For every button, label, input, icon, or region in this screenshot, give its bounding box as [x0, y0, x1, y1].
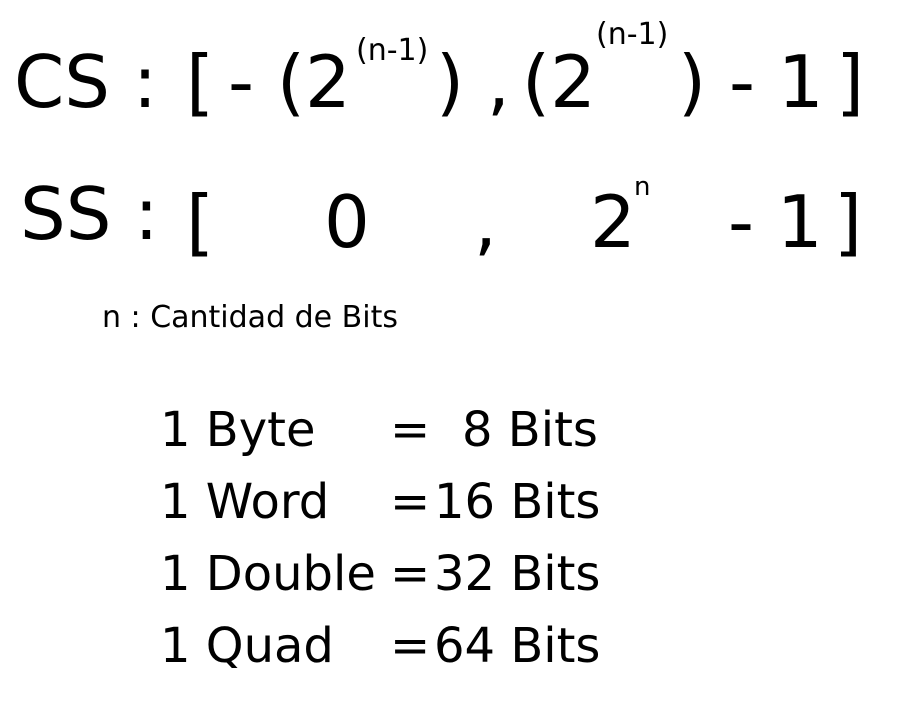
- unit-value: 16 Bits: [434, 474, 601, 530]
- unit-name: 1 Double: [160, 546, 376, 602]
- unit-value: 64 Bits: [434, 618, 601, 674]
- unit-equals: =: [390, 402, 431, 458]
- ss-close-bracket: ]: [834, 180, 863, 264]
- unit-name: 1 Word: [160, 474, 330, 530]
- cs-close-bracket: ]: [836, 40, 865, 124]
- cs-lower-exponent: (n-1): [356, 33, 429, 68]
- cs-close-comma: ) ,: [436, 40, 510, 124]
- cs-upper-base: (2: [522, 40, 596, 124]
- cs-upper-exponent: (n-1): [596, 17, 669, 52]
- ss-label: SS :: [20, 172, 159, 256]
- unit-name: 1 Quad: [160, 618, 334, 674]
- bits-note: n : Cantidad de Bits: [102, 300, 398, 335]
- cs-lower-bound: - (2: [228, 40, 351, 124]
- ss-exponent: n: [634, 172, 651, 202]
- ss-open-bracket: [: [186, 180, 215, 264]
- cs-label: CS :: [14, 40, 158, 124]
- ss-upper-bound: - 1: [728, 180, 823, 264]
- cs-open-bracket: [: [186, 40, 215, 124]
- unit-equals: =: [390, 618, 431, 674]
- unit-name: 1 Byte: [160, 402, 316, 458]
- unit-value: 32 Bits: [434, 546, 601, 602]
- ss-lower-bound: 0: [324, 180, 370, 264]
- unit-equals: =: [390, 546, 431, 602]
- unit-equals: =: [390, 474, 431, 530]
- cs-upper-bound: ) - 1: [678, 40, 824, 124]
- unit-value: 8 Bits: [462, 402, 598, 458]
- ss-comma: ,: [474, 180, 497, 264]
- ss-base: 2: [590, 180, 636, 264]
